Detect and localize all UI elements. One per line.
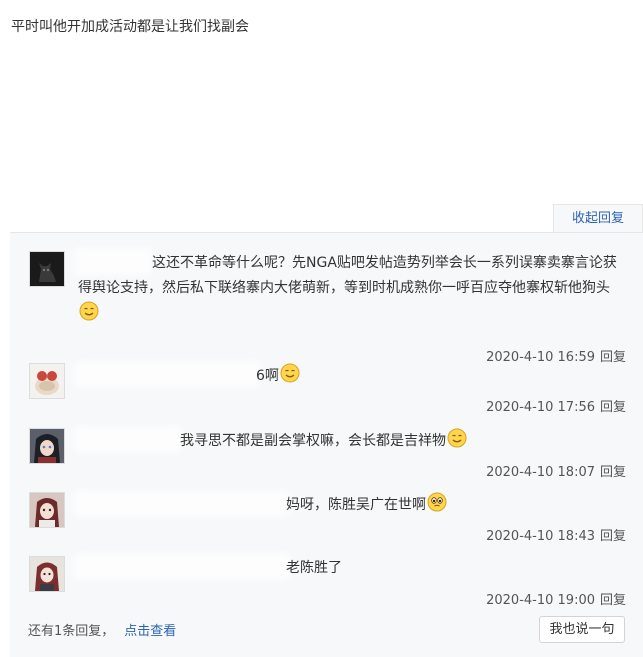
reply-text: 6啊 xyxy=(256,368,279,384)
reply-button[interactable]: 回复 xyxy=(600,465,626,480)
username-blurred[interactable] xyxy=(78,365,256,384)
reply-button[interactable]: 回复 xyxy=(600,400,626,415)
username-blurred[interactable] xyxy=(78,252,148,271)
reply-item: 老陈胜了 2020-4-10 19:00 回复 xyxy=(26,556,626,608)
reply-timestamp: 2020-4-10 19:00 xyxy=(486,593,595,608)
username-blurred[interactable] xyxy=(78,557,286,576)
reply-timestamp: 2020-4-10 18:43 xyxy=(486,529,595,544)
avatar[interactable] xyxy=(29,363,65,399)
reply-timestamp: 2020-4-10 18:07 xyxy=(486,465,595,480)
reply-text: 妈呀，陈胜吴广在世啊 xyxy=(286,497,426,513)
reply-meta: 2020-4-10 18:07 回复 xyxy=(486,461,626,480)
smile-emoji-icon xyxy=(447,428,467,448)
reply-text: 我寻思不都是副会掌权嘛，会长都是吉祥物 xyxy=(180,433,446,449)
reply-area: 这还不革命等什么呢？先NGA贴吧发帖造势列举会长一系列误寨卖寨言论获得舆论支持，… xyxy=(10,232,643,657)
avatar[interactable] xyxy=(29,556,65,592)
more-replies-count: 还有1条回复， xyxy=(28,624,115,639)
smile-emoji-icon xyxy=(79,301,99,321)
avatar[interactable] xyxy=(29,492,65,528)
reply-item: 妈呀，陈胜吴广在世啊 2020-4-10 18:43 回复 xyxy=(26,492,626,544)
reply-item: 这还不革命等什么呢？先NGA贴吧发帖造势列举会长一系列误寨卖寨言论获得舆论支持，… xyxy=(26,251,626,365)
more-replies-line: 还有1条回复， 点击查看 xyxy=(28,620,176,639)
view-more-link[interactable]: 点击查看 xyxy=(124,624,176,639)
reply-text: 老陈胜了 xyxy=(286,560,342,576)
collapse-replies-tab[interactable]: 收起回复 xyxy=(553,204,643,233)
reply-button[interactable]: 回复 xyxy=(600,593,626,608)
reply-text: 这还不革命等什么呢？先NGA贴吧发帖造势列举会长一系列误寨卖寨言论获得舆论支持，… xyxy=(78,255,617,296)
shocked-emoji-icon xyxy=(427,492,447,512)
reply-meta: 2020-4-10 18:43 回复 xyxy=(486,525,626,544)
reply-meta: 2020-4-10 17:56 回复 xyxy=(486,396,626,415)
post-text: 平时叫他开加成活动都是让我们找副会 xyxy=(11,19,249,35)
reply-button[interactable]: 回复 xyxy=(600,529,626,544)
username-blurred[interactable] xyxy=(78,430,178,449)
smile-emoji-icon xyxy=(280,363,300,383)
reply-item: 我寻思不都是副会掌权嘛，会长都是吉祥物 2020-4-10 18:07 回复 xyxy=(26,428,626,480)
reply-meta: 2020-4-10 19:00 回复 xyxy=(486,589,626,608)
reply-timestamp: 2020-4-10 17:56 xyxy=(486,400,595,415)
reply-item: 6啊 2020-4-10 17:56 回复 xyxy=(26,363,626,415)
say-something-button[interactable]: 我也说一句 xyxy=(539,616,625,643)
username-blurred[interactable] xyxy=(78,494,286,513)
avatar[interactable] xyxy=(29,251,65,287)
avatar[interactable] xyxy=(29,428,65,464)
